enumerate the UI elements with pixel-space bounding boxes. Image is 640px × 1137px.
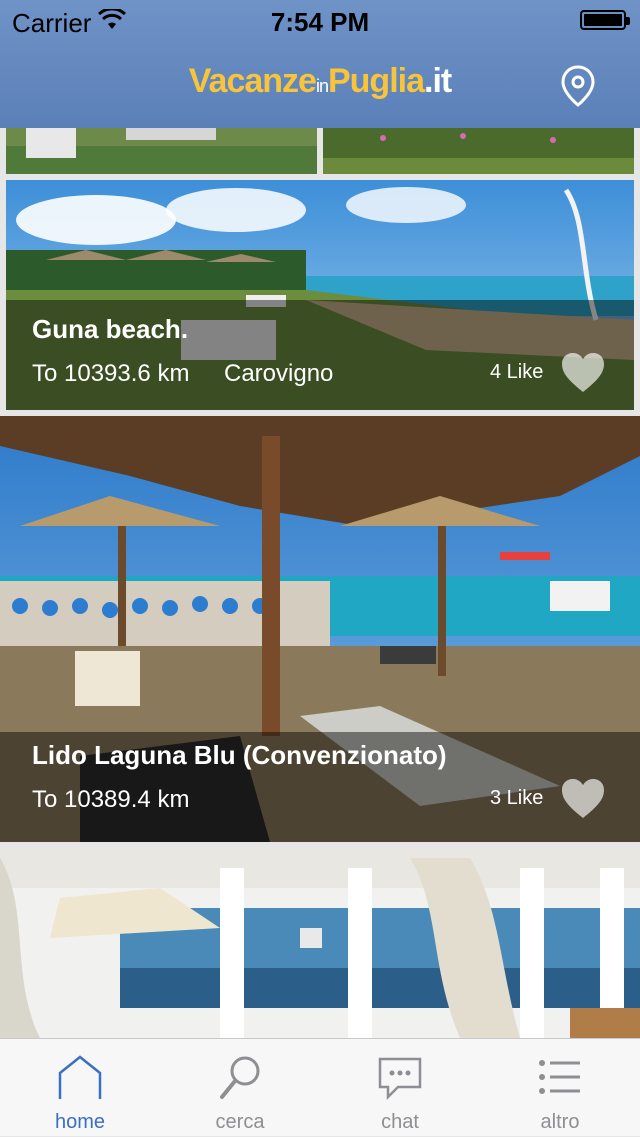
home-icon — [58, 1055, 102, 1099]
listing-title: Guna beach. — [32, 314, 189, 344]
status-bar: Carrier 7:54 PM — [0, 0, 640, 40]
tab-cerca[interactable]: cerca — [160, 1039, 320, 1137]
battery-icon — [580, 10, 630, 30]
listing-photo — [323, 128, 634, 174]
listing-city: Carovigno — [224, 360, 334, 387]
listing-likes: 3 Like — [490, 787, 544, 809]
location-pin-icon[interactable] — [560, 64, 596, 108]
logo-tld: .it — [424, 62, 452, 100]
tab-label: chat — [381, 1111, 419, 1133]
listing-distance: To 10389.4 km — [32, 786, 190, 813]
listing-photo — [6, 128, 317, 174]
tab-altro[interactable]: altro — [480, 1039, 640, 1137]
listing-card[interactable]: Lido Laguna Blu (Convenzionato) To 10389… — [0, 416, 640, 842]
listing-distance: To 10393.6 km — [32, 360, 190, 387]
previous-listing-left[interactable] — [6, 128, 317, 174]
listing-photo — [0, 848, 640, 1038]
logo-in: in — [315, 76, 329, 96]
tab-label: home — [54, 1111, 106, 1133]
tab-label: altro — [540, 1111, 580, 1133]
logo-vacanze: Vacanze — [188, 62, 317, 100]
listing-likes: 4 Like — [490, 361, 544, 383]
listing-card[interactable]: Guna beach. To 10393.6 km Carovigno 4 Li… — [6, 180, 634, 410]
list-icon — [539, 1060, 580, 1094]
search-icon — [220, 1056, 260, 1099]
tab-chat[interactable]: chat — [320, 1039, 480, 1137]
tab-bar: home cerca chat altro — [0, 1038, 640, 1136]
clock: 7:54 PM — [270, 7, 370, 37]
heart-icon[interactable] — [560, 778, 606, 820]
app-logo: VacanzeinPuglia.it — [0, 62, 640, 101]
heart-icon[interactable] — [560, 352, 606, 394]
tab-label: cerca — [215, 1111, 265, 1133]
previous-listing-right[interactable] — [323, 128, 634, 174]
tab-home[interactable]: home — [0, 1039, 160, 1137]
listing-card[interactable] — [0, 848, 640, 1038]
chat-icon — [378, 1057, 422, 1101]
logo-puglia: Puglia — [327, 62, 425, 100]
listing-title: Lido Laguna Blu (Convenzionato) — [32, 740, 447, 770]
navigation-bar: Carrier 7:54 PM VacanzeinPuglia.it — [0, 0, 640, 128]
